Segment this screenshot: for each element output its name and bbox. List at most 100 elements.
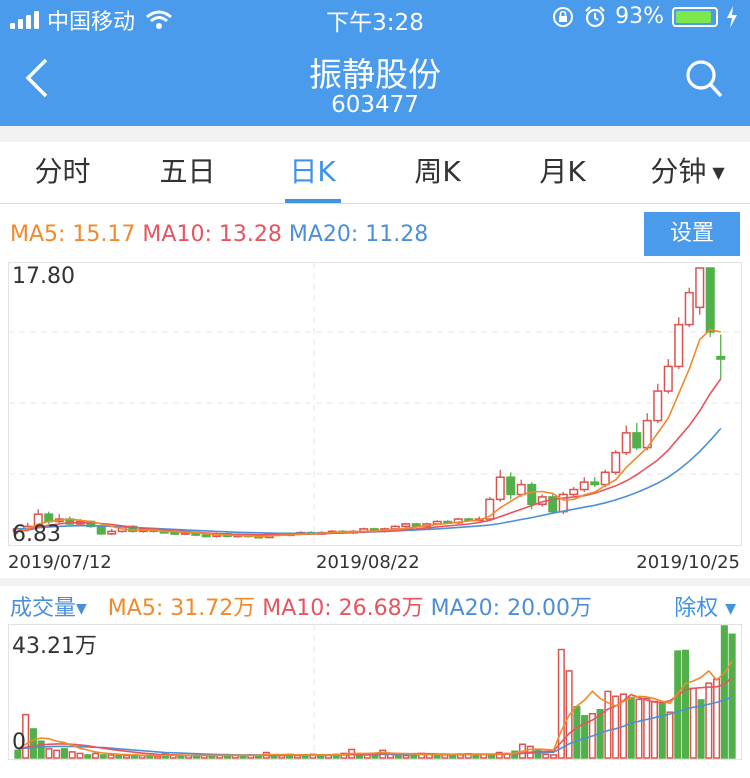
volume-bar-up [705,682,713,759]
dropdown-icon[interactable]: ▼ [76,601,87,617]
volume-bar-up [713,678,721,759]
volume-bar-up [402,754,410,759]
volume-bar-up [278,754,286,759]
tab-weekly-k[interactable]: 周K [375,142,500,203]
volume-bar-down [697,699,705,759]
candle-down [705,267,715,333]
status-right: 93% [551,4,738,29]
volume-bar-down [29,728,37,759]
volume-bar-down [433,754,441,759]
status-bar: 中国移动 下午3:28 93% [0,0,750,36]
divider [0,578,750,586]
date-axis: 2019/07/12 2019/08/22 2019/10/25 [0,552,750,578]
candle-down [590,481,600,486]
x-tick-label: 2019/07/12 [8,552,112,573]
ma10-value: MA10: 13.28 [142,222,282,247]
alarm-icon [585,5,605,27]
tab-minute[interactable]: 分钟 ▼ [625,142,750,203]
volume-bar-up [107,754,115,759]
candle-down [527,483,537,506]
volume-bar-down [728,633,736,759]
volume-bar-down [674,650,682,759]
candle-down [632,432,642,449]
search-icon[interactable] [684,58,724,100]
volume-bar-down [192,755,200,759]
candle-down [96,525,106,535]
title-bar: 振静股份 603477 [0,36,750,126]
tab-daily-k[interactable]: 日K [250,142,375,203]
candle-up [695,267,705,309]
x-tick-label: 2019/10/25 [636,552,740,573]
candle-down [201,534,211,538]
volume-bar-up [643,697,651,759]
candle-up [579,481,589,491]
volume-bar-up [689,687,697,759]
volume-bar-down [394,754,402,759]
volume-bar-up [542,753,550,759]
volume-bar-down [573,705,581,759]
volume-bar-down [37,740,45,759]
x-tick-label: 2019/08/22 [316,552,420,573]
volume-bar-down [115,754,123,759]
price-max-label: 17.80 [12,264,75,289]
volume-bar-down [60,748,69,759]
volume-bar-down [84,754,92,759]
volume-bar-up [441,754,449,759]
volume-bar-down [99,754,107,759]
settings-button[interactable]: 设置 [644,212,740,256]
candle-up [401,523,411,528]
volume-bar-up [550,754,558,759]
rotation-lock-icon [553,6,574,27]
volume-bar-up [456,754,464,759]
dropdown-icon: ▼ [725,601,736,617]
stock-name: 振静股份 [309,55,441,94]
candle-up [600,471,610,486]
volume-chart[interactable] [8,624,742,760]
candle-up [674,323,684,368]
candle-up [653,390,663,422]
tab-fenshi[interactable]: 分时 [0,142,125,203]
candle-up [621,432,631,454]
volume-bar-up [76,752,84,759]
volume-bar-up [68,751,76,759]
vol-ma10-value: MA10: 26.68万 [262,596,424,621]
candle-up [663,365,673,392]
volume-bar-down [627,696,635,759]
candle-up [569,488,579,496]
volume-bar-up [363,754,371,759]
volume-selector[interactable]: 成交量 [10,596,76,621]
candlestick-chart[interactable] [8,262,742,546]
candle-down [506,476,516,496]
price-min-label: 6.83 [12,522,61,547]
charging-icon [727,5,737,28]
tab-wuri[interactable]: 五日 [125,142,250,203]
volume-bar-down [355,754,364,759]
volume-bar-up [123,754,131,759]
volume-bar-up [154,755,162,759]
rights-adjust-selector[interactable]: 除权 ▼ [674,590,736,622]
candle-down [170,531,180,535]
ma5-value: MA5: 15.17 [10,222,136,247]
volume-bar-down [317,754,325,759]
volume-bar-up [91,752,100,759]
volume-bar-down [410,754,418,759]
volume-bar-down [487,754,495,759]
volume-legend: 成交量▼ MA5: 31.72万 MA10: 26.68万 MA20: 20.0… [10,590,592,622]
volume-bar-up [650,700,659,759]
dropdown-icon: ▼ [712,163,725,182]
candle-up [495,476,505,501]
candle-up [684,291,694,326]
volume-max-label: 43.21万 [12,634,97,659]
vol-ma20-value: MA20: 20.00万 [430,596,593,621]
divider [0,126,750,142]
stock-code: 603477 [331,92,419,118]
tab-monthly-k[interactable]: 月K [500,142,625,203]
battery-percent: 93% [615,4,664,29]
volume-bar-down [681,649,690,759]
volume-bar-down [658,701,666,759]
volume-min-label: 0 [12,730,26,755]
candle-down [716,355,726,360]
candle-up [611,451,621,474]
candle-up [107,530,117,535]
vol-ma5-value: MA5: 31.72万 [107,596,256,621]
